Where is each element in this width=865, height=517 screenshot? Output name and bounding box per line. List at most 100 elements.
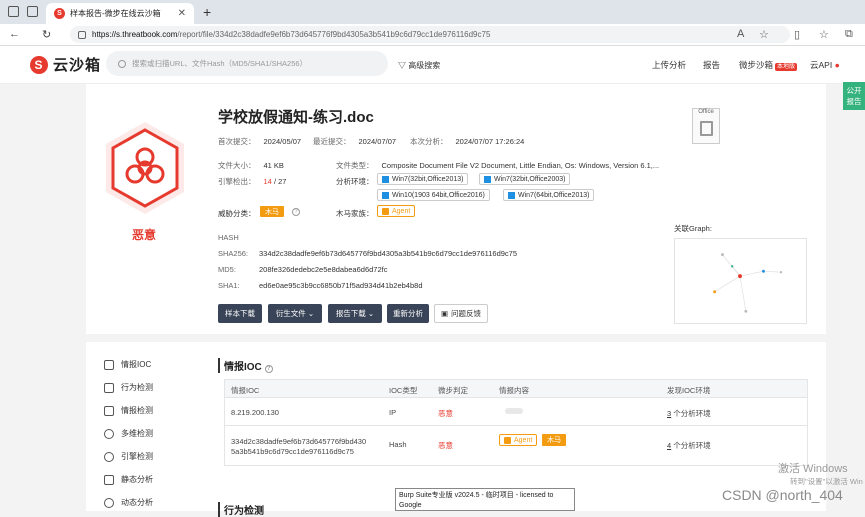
env-count[interactable]: 3 个分析环境 [667, 408, 711, 419]
table-row[interactable]: 334d2c38dadfe9ef6b73d645776f9bd430 5a3b5… [225, 426, 807, 466]
file-title: 学校放假通知-练习.doc [218, 109, 374, 126]
extensions-icon[interactable]: ⧉ [845, 28, 853, 41]
collections-icon[interactable]: ☆ [819, 28, 829, 41]
engine-detection: 引擎检出： 14 / 27 [218, 176, 286, 187]
env-count-link[interactable]: 3 [667, 409, 671, 418]
ioc-table: 情报IOC IOC类型 微步判定 情报内容 发现IOC环境 8.219.200.… [224, 379, 808, 466]
hash-heading: HASH [218, 233, 239, 242]
ioc-value[interactable]: 8.219.200.130 [231, 408, 279, 417]
reanalyze-button[interactable]: 重新分析 [387, 304, 429, 323]
sidenav-intel[interactable]: 情报检测 [104, 405, 153, 416]
last-submit-value: 2024/07/07 [358, 137, 397, 146]
ioc-verdict: 恶意 [438, 441, 453, 450]
col-env: 发现IOC环境 [667, 386, 711, 395]
env-chip-label: Win7(32bit,Office2013) [392, 175, 464, 183]
advanced-search-link[interactable]: ▽ 高级搜索 [398, 60, 440, 71]
association-graph[interactable] [674, 238, 807, 324]
feedback-button[interactable]: ▣ 问题反馈 [434, 304, 488, 323]
col-ioc: 情报IOC [231, 386, 260, 395]
ioc-value-line2[interactable]: 5a3b541b9c6d79cc1de976116d9c75 [231, 447, 354, 456]
windows-icon [484, 175, 491, 183]
table-row[interactable]: 8.219.200.130 IP 恶意 3 个分析环境 [225, 398, 807, 426]
site-header: S 云沙箱 搜索或扫描URL、文件Hash（MD5/SHA1/SHA256） ▽… [0, 46, 865, 84]
nav-weibu-sandbox-label: 微步沙箱 [739, 60, 774, 70]
tab-actions-icon[interactable] [27, 6, 38, 17]
browser-tab[interactable]: S 样本报告-微步在线云沙箱 ✕ [46, 3, 194, 24]
sidenav-ioc[interactable]: 情报IOC [104, 359, 151, 370]
sidenav-static[interactable]: 静态分析 [104, 474, 153, 485]
sidenav-multidim-label: 多维检测 [121, 429, 153, 438]
md5-value[interactable]: 208fe326dedebc2e5e8dabea6d6d72fc [259, 265, 387, 274]
download-report-button[interactable]: 报告下载 ⌄ [328, 304, 382, 323]
url-host: https://s.threatbook.com [92, 30, 178, 39]
last-submit-label: 最近提交： [313, 137, 351, 146]
sidenav-ioc-label: 情报IOC [121, 360, 152, 369]
logo-text: 云沙箱 [53, 57, 102, 74]
download-report-label: 报告下载 [335, 309, 366, 318]
col-verdict: 微步判定 [438, 386, 468, 395]
derived-files-button[interactable]: 衍生文件 ⌄ [268, 304, 322, 323]
ioc-icon [104, 359, 114, 370]
sha256-value[interactable]: 334d2c38dadfe9ef6b73d645776f9bd4305a3b54… [259, 249, 517, 258]
env-chip[interactable]: Win7(32bit,Office2003) [479, 173, 571, 185]
first-submit: 首次提交： 2024/05/07 [218, 136, 301, 147]
sha1-value[interactable]: ed6e0ae95c3b9cc6850b71f5ad934d41b2eb4b8d [259, 281, 423, 290]
nav-upload[interactable]: 上传分析 [652, 59, 686, 71]
workspaces-icon[interactable] [8, 6, 19, 17]
multidim-icon [104, 428, 114, 439]
intel-agent-label: Agent [514, 436, 533, 444]
ioc-type: IP [389, 408, 397, 417]
refresh-icon[interactable]: ↻ [42, 28, 51, 41]
env-chip[interactable]: Win10(1903 64bit,Office2016) [377, 189, 490, 201]
nav-cloud-api[interactable]: 云API ● [810, 59, 840, 71]
new-tab-icon[interactable]: + [203, 4, 211, 20]
ioc-value-line1[interactable]: 334d2c38dadfe9ef6b73d645776f9bd430 [231, 437, 366, 446]
env-count-link[interactable]: 4 [667, 441, 671, 450]
env-chip-label: Win10(1903 64bit,Office2016) [392, 191, 485, 199]
sidenav-behavior[interactable]: 行为检测 [104, 382, 153, 393]
feedback-icon: ▣ [440, 309, 449, 318]
lock-icon [78, 30, 86, 39]
nav-cloud-api-label: 云API [810, 60, 833, 70]
md5-row: MD5: 208fe326dedebc2e5e8dabea6d6d72fc [218, 265, 387, 274]
env-chip[interactable]: Win7(64bit,Office2013) [503, 189, 595, 201]
intel-blurred [505, 407, 523, 416]
download-sample-button[interactable]: 样本下载 [218, 304, 262, 323]
nav-report[interactable]: 报告 [703, 59, 720, 71]
env-chip-label: Win7(64bit,Office2013) [518, 191, 590, 199]
sidenav-engine[interactable]: 引擎检测 [104, 451, 153, 462]
sidenav-engine-label: 引擎检测 [121, 452, 153, 461]
engine-total: / 27 [273, 177, 287, 186]
first-submit-label: 首次提交： [218, 137, 256, 146]
sidenav-behavior-label: 行为检测 [121, 383, 153, 392]
hot-icon: ● [834, 60, 840, 70]
search-input[interactable]: 搜索或扫描URL、文件Hash（MD5/SHA1/SHA256） [106, 51, 388, 76]
split-screen-icon[interactable]: ▯ [794, 28, 800, 41]
favorite-icon[interactable]: ☆ [759, 28, 769, 41]
sha1-row: SHA1: ed6e0ae95c3b9cc6850b71f5ad934d41b2e… [218, 281, 423, 290]
read-aloud-icon[interactable]: A [737, 28, 744, 40]
site-logo[interactable]: S 云沙箱 [30, 54, 101, 75]
sidenav-dynamic[interactable]: 动态分析 [104, 497, 153, 508]
env-count[interactable]: 4 个分析环境 [667, 440, 711, 451]
help-icon[interactable]: ? [292, 208, 300, 216]
favicon-icon: S [54, 8, 65, 19]
back-icon[interactable]: ← [9, 28, 20, 40]
windows-icon [508, 191, 515, 199]
sidenav-multidim[interactable]: 多维检测 [104, 428, 153, 439]
public-report-badge[interactable]: 公开 报告 [843, 82, 865, 110]
nav-weibu-sandbox[interactable]: 微步沙箱 本地版 [739, 59, 798, 71]
graph-label: 关联Graph: [674, 224, 712, 233]
url-field[interactable]: https://s.threatbook.com/report/file/334… [70, 26, 790, 43]
family-tag[interactable]: Agent [377, 205, 416, 217]
close-tab-icon[interactable]: ✕ [178, 8, 186, 19]
env-chip[interactable]: Win7(32bit,Office2013) [377, 173, 469, 185]
sidenav-intel-label: 情报检测 [121, 406, 153, 415]
engine-icon [104, 451, 114, 462]
section-divider [86, 334, 826, 342]
help-icon[interactable]: ? [264, 365, 273, 373]
last-analysis-value: 2024/07/07 17:26:24 [455, 137, 525, 146]
intel-agent-tag: Agent [499, 434, 538, 446]
ioc-section-title: 情报IOC ? [218, 358, 273, 373]
file-type: 文件类型： Composite Document File V2 Document… [336, 160, 659, 171]
